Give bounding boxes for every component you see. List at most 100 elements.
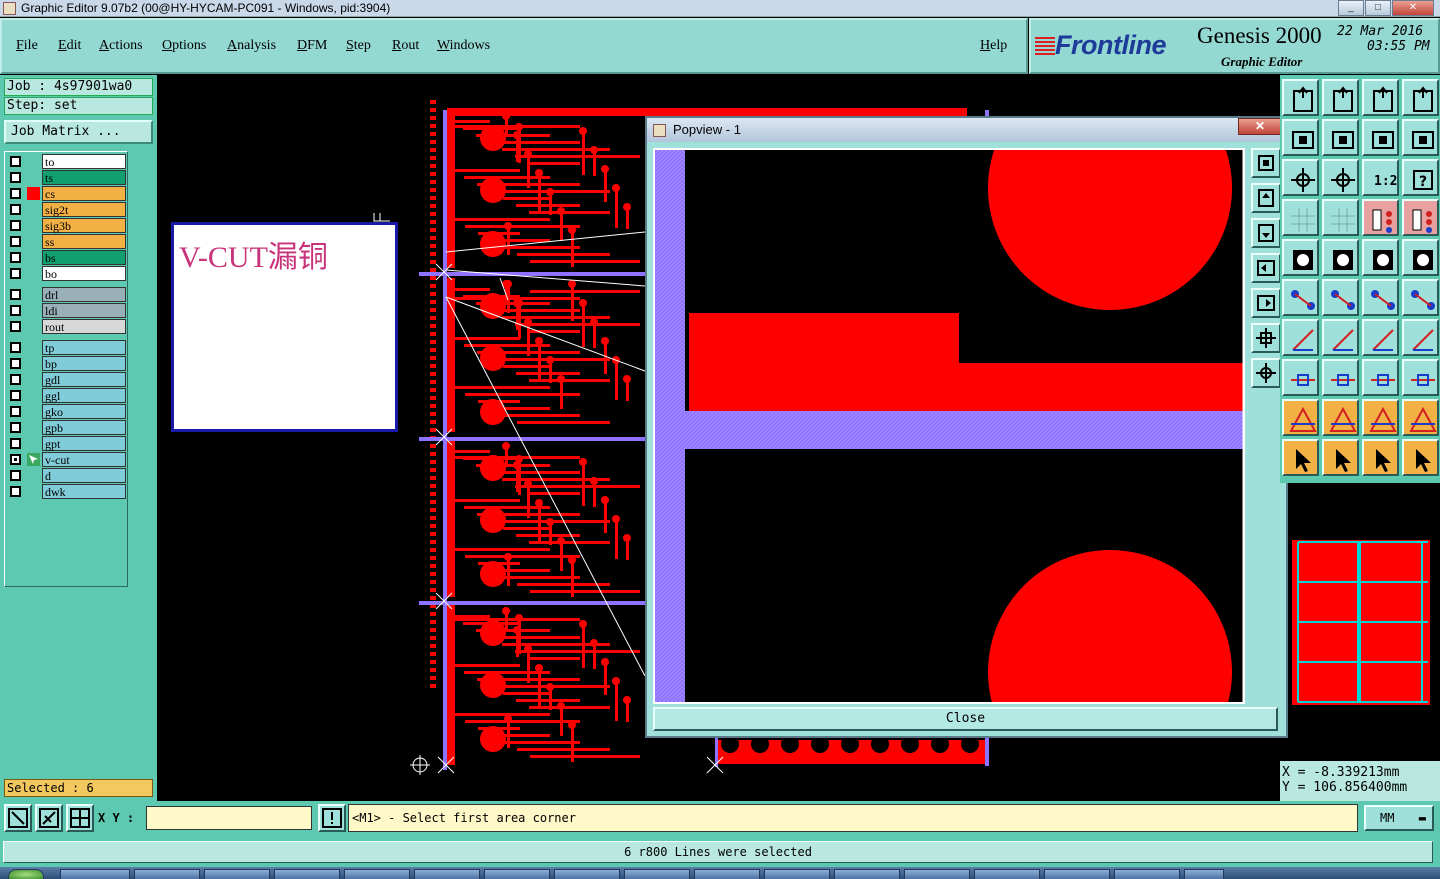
taskbar-item[interactable] [1044, 869, 1110, 879]
layer-row-ss[interactable]: ss [7, 234, 127, 249]
layer-checkbox[interactable] [10, 172, 21, 183]
layer-row-ts[interactable]: ts [7, 170, 127, 185]
layer-row-bp[interactable]: bp [7, 356, 127, 371]
taskbar-item[interactable] [904, 869, 970, 879]
layer-checkbox[interactable] [10, 486, 21, 497]
overview-map[interactable] [1288, 532, 1435, 709]
layer-row-gko[interactable]: gko [7, 404, 127, 419]
cursor-select-icon[interactable] [1322, 439, 1359, 476]
pointer-icon[interactable] [1282, 359, 1319, 396]
polygon-icon[interactable] [1402, 359, 1439, 396]
layer-row-bo[interactable]: bo [7, 266, 127, 281]
triangle-icon[interactable] [1282, 399, 1319, 436]
layer-checkbox[interactable] [10, 422, 21, 433]
layer-checkbox[interactable] [10, 236, 21, 247]
pan-down-icon[interactable] [1251, 218, 1281, 248]
menu-help[interactable]: Help [980, 38, 1007, 54]
layer-row-gpt[interactable]: gpt [7, 436, 127, 451]
layer-checkbox[interactable] [10, 305, 21, 316]
taskbar-item[interactable] [834, 869, 900, 879]
close-window-button[interactable]: ✕ [1392, 0, 1434, 16]
snap-icon[interactable] [4, 804, 32, 832]
slash-icon[interactable] [1322, 319, 1359, 356]
s-route-icon[interactable] [1402, 119, 1439, 156]
draw-line-icon[interactable] [1322, 239, 1359, 276]
copy-step-icon[interactable] [1322, 79, 1359, 116]
popview-close-button[interactable]: Close [653, 707, 1278, 731]
layer-row-gpb[interactable]: gpb [7, 420, 127, 435]
layer-checkbox[interactable] [10, 252, 21, 263]
taskbar-item[interactable] [764, 869, 830, 879]
xy-input[interactable] [146, 806, 312, 830]
home-step-icon[interactable] [1282, 79, 1319, 116]
ruler-icon[interactable] [1362, 239, 1399, 276]
menu-file[interactable]: File [16, 38, 38, 54]
cursor-alt-icon[interactable] [1362, 439, 1399, 476]
layer-checkbox[interactable] [10, 406, 21, 417]
step-repeat-icon[interactable] [1362, 119, 1399, 156]
taskbar-item[interactable] [484, 869, 550, 879]
layer-checkbox[interactable] [10, 374, 21, 385]
taskbar-item[interactable] [414, 869, 480, 879]
menu-dfm[interactable]: DFM [297, 38, 327, 54]
pan-right-icon[interactable] [1251, 288, 1281, 318]
move-icon[interactable] [1322, 159, 1359, 196]
rotate-icon[interactable] [1362, 319, 1399, 356]
tri-edit-icon[interactable] [1322, 399, 1359, 436]
taskbar-item[interactable] [204, 869, 270, 879]
grid-icon[interactable] [66, 804, 94, 832]
taskbar-item[interactable] [1114, 869, 1180, 879]
layer-row-drl[interactable]: drl [7, 287, 127, 302]
line-icon[interactable] [1282, 319, 1319, 356]
layer-sel2-icon[interactable] [1402, 199, 1439, 236]
layer-row-sig2t[interactable]: sig2t [7, 202, 127, 217]
menu-step[interactable]: Step [346, 38, 371, 54]
maximize-button[interactable]: □ [1365, 0, 1391, 16]
start-button[interactable] [8, 869, 44, 879]
layer-row-ldi[interactable]: ldi [7, 303, 127, 318]
split-icon[interactable] [1322, 359, 1359, 396]
taskbar-item[interactable] [694, 869, 760, 879]
menu-rout[interactable]: Rout [392, 38, 419, 54]
warning-icon[interactable] [318, 804, 346, 832]
dot-icon[interactable] [1402, 239, 1439, 276]
taskbar-item[interactable] [624, 869, 690, 879]
scale-1-2-icon[interactable]: 1:2 [1362, 159, 1399, 196]
units-selector[interactable]: MM ▬ [1364, 805, 1434, 831]
popview-viewport[interactable] [653, 148, 1245, 704]
arc-icon[interactable] [1402, 279, 1439, 316]
pad-icon[interactable] [1282, 239, 1319, 276]
layer-row-sig3b[interactable]: sig3b [7, 218, 127, 233]
zoom-in-icon[interactable] [1251, 323, 1281, 353]
layer-row-bs[interactable]: bs [7, 250, 127, 265]
zoom-fit-icon[interactable] [1251, 148, 1281, 178]
tri-a-icon[interactable] [1362, 399, 1399, 436]
layer-checkbox[interactable] [10, 204, 21, 215]
taskbar-item[interactable] [60, 869, 130, 879]
taskbar-item[interactable] [1184, 869, 1224, 879]
layer-checkbox[interactable] [10, 470, 21, 481]
taskbar-item[interactable] [344, 869, 410, 879]
taskbar-item[interactable] [134, 869, 200, 879]
pan-icon[interactable] [1282, 159, 1319, 196]
taskbar-item[interactable] [974, 869, 1040, 879]
layer-checkbox[interactable] [10, 156, 21, 167]
add-arc-icon[interactable] [1362, 279, 1399, 316]
connect-icon[interactable] [1282, 279, 1319, 316]
menu-actions[interactable]: Actions [99, 38, 143, 54]
minimize-button[interactable]: _ [1338, 0, 1364, 16]
layer-row-to[interactable]: to [7, 154, 127, 169]
layer-checkbox[interactable] [10, 342, 21, 353]
layer-checkbox[interactable] [10, 390, 21, 401]
window-split-icon[interactable] [1402, 79, 1439, 116]
taskbar-item[interactable] [554, 869, 620, 879]
layer-row-v-cut[interactable]: v-cut [7, 452, 127, 467]
house-icon[interactable] [1362, 79, 1399, 116]
taskbar-item[interactable] [274, 869, 340, 879]
mirror-icon[interactable] [1402, 319, 1439, 356]
tri-b-icon[interactable] [1402, 399, 1439, 436]
help-icon[interactable]: ? [1402, 159, 1439, 196]
layer-row-cs[interactable]: cs [7, 186, 127, 201]
layer-sel-icon[interactable] [1362, 199, 1399, 236]
zoom-box-icon[interactable] [1322, 119, 1359, 156]
